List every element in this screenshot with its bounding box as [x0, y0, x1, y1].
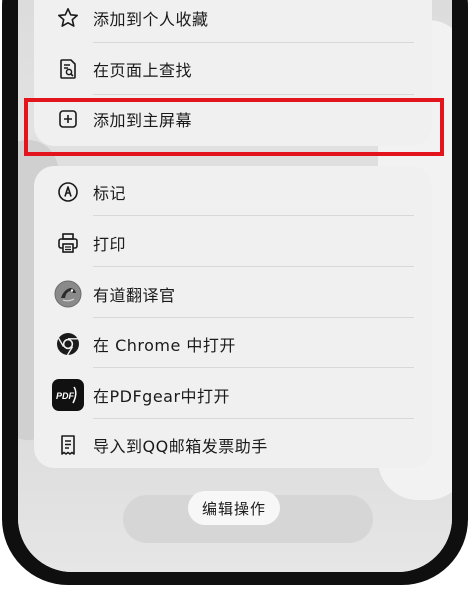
- page: 添加到个人收藏 在页面上查找 添加到主屏幕 标记 打印 有道翻译官 在 Chro…: [0, 0, 470, 589]
- markup-pen-icon: [54, 178, 82, 206]
- menu-item-label: 导入到QQ邮箱发票助手: [93, 436, 268, 456]
- menu-item-youdao[interactable]: 有道翻译官: [34, 268, 432, 319]
- menu-item-add-favorites[interactable]: 添加到个人收藏: [34, 0, 432, 43]
- find-in-page-icon: [54, 55, 82, 83]
- menu-item-label: 有道翻译官: [93, 285, 176, 305]
- menu-item-print[interactable]: 打印: [34, 217, 432, 268]
- menu-item-label: 在 Chrome 中打开: [93, 335, 236, 355]
- printer-icon: [54, 229, 82, 257]
- chrome-icon: [54, 330, 82, 358]
- menu-item-label: 标记: [93, 183, 127, 203]
- menu-item-open-in-pdfgear[interactable]: PDF 在PDFgear中打开: [34, 369, 432, 420]
- star-icon: [54, 4, 82, 32]
- menu-item-open-in-chrome[interactable]: 在 Chrome 中打开: [34, 318, 432, 369]
- menu-item-label: 在页面上查找: [93, 60, 193, 80]
- pdfgear-icon-text: PDF: [56, 391, 75, 401]
- menu-item-markup[interactable]: 标记: [34, 166, 432, 217]
- divider: [93, 215, 414, 216]
- pdfgear-icon: PDF: [52, 378, 84, 411]
- divider: [93, 266, 414, 267]
- menu-item-find-on-page[interactable]: 在页面上查找: [34, 43, 432, 94]
- youdao-translate-icon: [54, 280, 82, 308]
- edit-actions-button[interactable]: 编辑操作: [188, 491, 280, 525]
- receipt-icon: [54, 431, 82, 459]
- highlight-box: [24, 98, 444, 156]
- menu-item-import-qq-mail-invoice[interactable]: 导入到QQ邮箱发票助手: [34, 419, 432, 468]
- share-actions-group-bottom: 标记 打印 有道翻译官 在 Chrome 中打开 PDF 在PDFgear中打开…: [34, 166, 432, 468]
- menu-item-label: 打印: [93, 234, 127, 254]
- divider: [93, 367, 414, 368]
- menu-item-label: 在PDFgear中打开: [93, 386, 231, 406]
- menu-item-label: 添加到个人收藏: [93, 9, 209, 29]
